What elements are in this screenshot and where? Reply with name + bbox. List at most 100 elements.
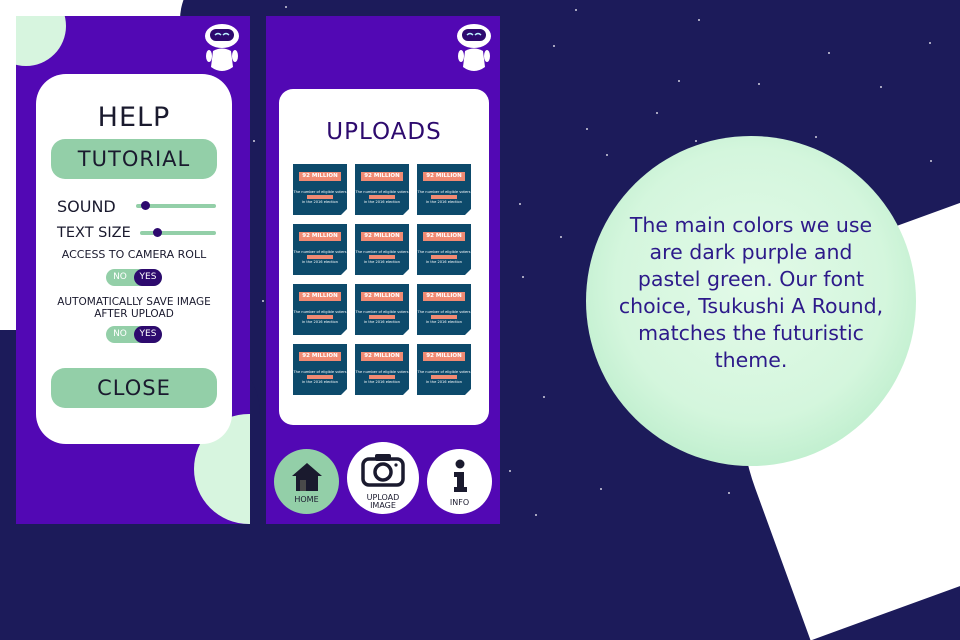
home-icon: [292, 463, 322, 491]
tile-caption-line1: The number of eligible voters: [417, 190, 471, 194]
upload-tile[interactable]: 92 MILLION The number of eligible voters i…: [355, 344, 409, 395]
upload-tile[interactable]: 92 MILLION The number of eligible voters i…: [417, 224, 471, 275]
star: [586, 128, 588, 130]
star: [600, 488, 602, 490]
tile-highlight: [431, 195, 457, 199]
tile-caption-line2: in the 2016 election: [301, 380, 339, 384]
upload-tile[interactable]: 92 MILLION The number of eligible voters i…: [355, 164, 409, 215]
star: [912, 502, 914, 504]
tile-page-fold: [465, 329, 471, 335]
text-size-slider-knob[interactable]: [153, 228, 162, 237]
info-button[interactable]: INFO: [427, 449, 492, 514]
tile-caption-line1: The number of eligible voters: [293, 190, 347, 194]
tile-caption-line2: in the 2016 election: [301, 320, 339, 324]
star: [509, 470, 511, 472]
star: [930, 160, 932, 162]
uploads-card: UPLOADS 92 MILLION The number of eligible…: [279, 89, 489, 425]
tile-caption-line2: in the 2016 election: [363, 260, 401, 264]
upload-tile[interactable]: 92 MILLION The number of eligible voters i…: [293, 164, 347, 215]
tile-amount: 92 MILLION: [361, 232, 403, 241]
tile-highlight: [369, 315, 395, 319]
star: [606, 154, 608, 156]
tile-highlight: [307, 315, 333, 319]
description-text: The main colors we use are dark purple a…: [618, 213, 884, 372]
upload-tile[interactable]: 92 MILLION The number of eligible voters i…: [355, 284, 409, 335]
tile-amount: 92 MILLION: [299, 172, 341, 181]
tile-caption-line1: The number of eligible voters: [417, 310, 471, 314]
star: [758, 83, 760, 85]
tile-highlight: [369, 255, 395, 259]
upload-tile[interactable]: 92 MILLION The number of eligible voters i…: [355, 224, 409, 275]
star: [560, 236, 562, 238]
tile-amount: 92 MILLION: [361, 352, 403, 361]
info-icon: [454, 459, 467, 492]
upload-tile[interactable]: 92 MILLION The number of eligible voters i…: [417, 284, 471, 335]
autosave-toggle-no[interactable]: NO: [106, 326, 134, 343]
tile-caption-line1: The number of eligible voters: [417, 370, 471, 374]
tile-caption-line2: in the 2016 election: [301, 200, 339, 204]
tile-caption-line2: in the 2016 election: [363, 320, 401, 324]
tile-page-fold: [341, 329, 347, 335]
tile-page-fold: [465, 269, 471, 275]
tile-page-fold: [465, 389, 471, 395]
sound-label: SOUND: [57, 197, 116, 216]
autosave-label-line2: AFTER UPLOAD: [94, 308, 174, 320]
upload-tile[interactable]: 92 MILLION The number of eligible voters i…: [417, 164, 471, 215]
uploads-screen: UPLOADS 92 MILLION The number of eligible…: [266, 16, 500, 524]
tile-amount: 92 MILLION: [299, 292, 341, 301]
camera-roll-toggle[interactable]: NO YES: [106, 269, 162, 286]
star: [522, 276, 524, 278]
tile-highlight: [431, 255, 457, 259]
tile-page-fold: [403, 389, 409, 395]
tile-caption-line2: in the 2016 election: [425, 260, 463, 264]
star: [575, 9, 577, 11]
sound-slider-knob[interactable]: [141, 201, 150, 210]
star: [728, 492, 730, 494]
star: [519, 203, 521, 205]
upload-image-button[interactable]: UPLOAD IMAGE: [347, 442, 419, 514]
tile-highlight: [369, 375, 395, 379]
upload-tile[interactable]: 92 MILLION The number of eligible voters i…: [293, 344, 347, 395]
tile-caption-line2: in the 2016 election: [425, 200, 463, 204]
tile-caption-line1: The number of eligible voters: [355, 310, 409, 314]
tile-highlight: [307, 375, 333, 379]
tile-caption-line1: The number of eligible voters: [355, 190, 409, 194]
tile-amount: 92 MILLION: [423, 172, 465, 181]
autosave-toggle-yes[interactable]: YES: [134, 326, 162, 343]
tile-page-fold: [465, 209, 471, 215]
camera-roll-toggle-no[interactable]: NO: [106, 269, 134, 286]
tile-page-fold: [341, 209, 347, 215]
autosave-toggle[interactable]: NO YES: [106, 326, 162, 343]
upload-tile[interactable]: 92 MILLION The number of eligible voters i…: [293, 284, 347, 335]
tile-highlight: [369, 195, 395, 199]
star: [698, 19, 700, 21]
star: [842, 504, 844, 506]
tile-highlight: [431, 375, 457, 379]
star: [543, 396, 545, 398]
tile-page-fold: [403, 329, 409, 335]
text-size-slider-track[interactable]: [140, 231, 216, 235]
upload-tile[interactable]: 92 MILLION The number of eligible voters i…: [417, 344, 471, 395]
tile-caption-line1: The number of eligible voters: [293, 310, 347, 314]
robot-icon: [457, 24, 491, 71]
tile-amount: 92 MILLION: [299, 352, 341, 361]
tile-amount: 92 MILLION: [423, 292, 465, 301]
tile-caption-line2: in the 2016 election: [301, 260, 339, 264]
autosave-label-line1: AUTOMATICALLY SAVE IMAGE: [57, 296, 211, 308]
tutorial-button[interactable]: TUTORIAL: [51, 139, 217, 179]
help-screen: HELP TUTORIAL SOUND TEXT SIZE ACCESS TO …: [16, 16, 250, 524]
camera-roll-toggle-yes[interactable]: YES: [134, 269, 162, 286]
tile-amount: 92 MILLION: [423, 352, 465, 361]
close-button[interactable]: CLOSE: [51, 368, 217, 408]
tile-caption-line1: The number of eligible voters: [293, 250, 347, 254]
tile-highlight: [307, 255, 333, 259]
tile-amount: 92 MILLION: [361, 292, 403, 301]
star: [535, 514, 537, 516]
corner-blob-top-left: [16, 16, 66, 66]
home-button[interactable]: HOME: [274, 449, 339, 514]
tile-page-fold: [341, 389, 347, 395]
upload-tile[interactable]: 92 MILLION The number of eligible voters i…: [293, 224, 347, 275]
tile-caption-line2: in the 2016 election: [363, 200, 401, 204]
star: [678, 80, 680, 82]
tile-highlight: [431, 315, 457, 319]
